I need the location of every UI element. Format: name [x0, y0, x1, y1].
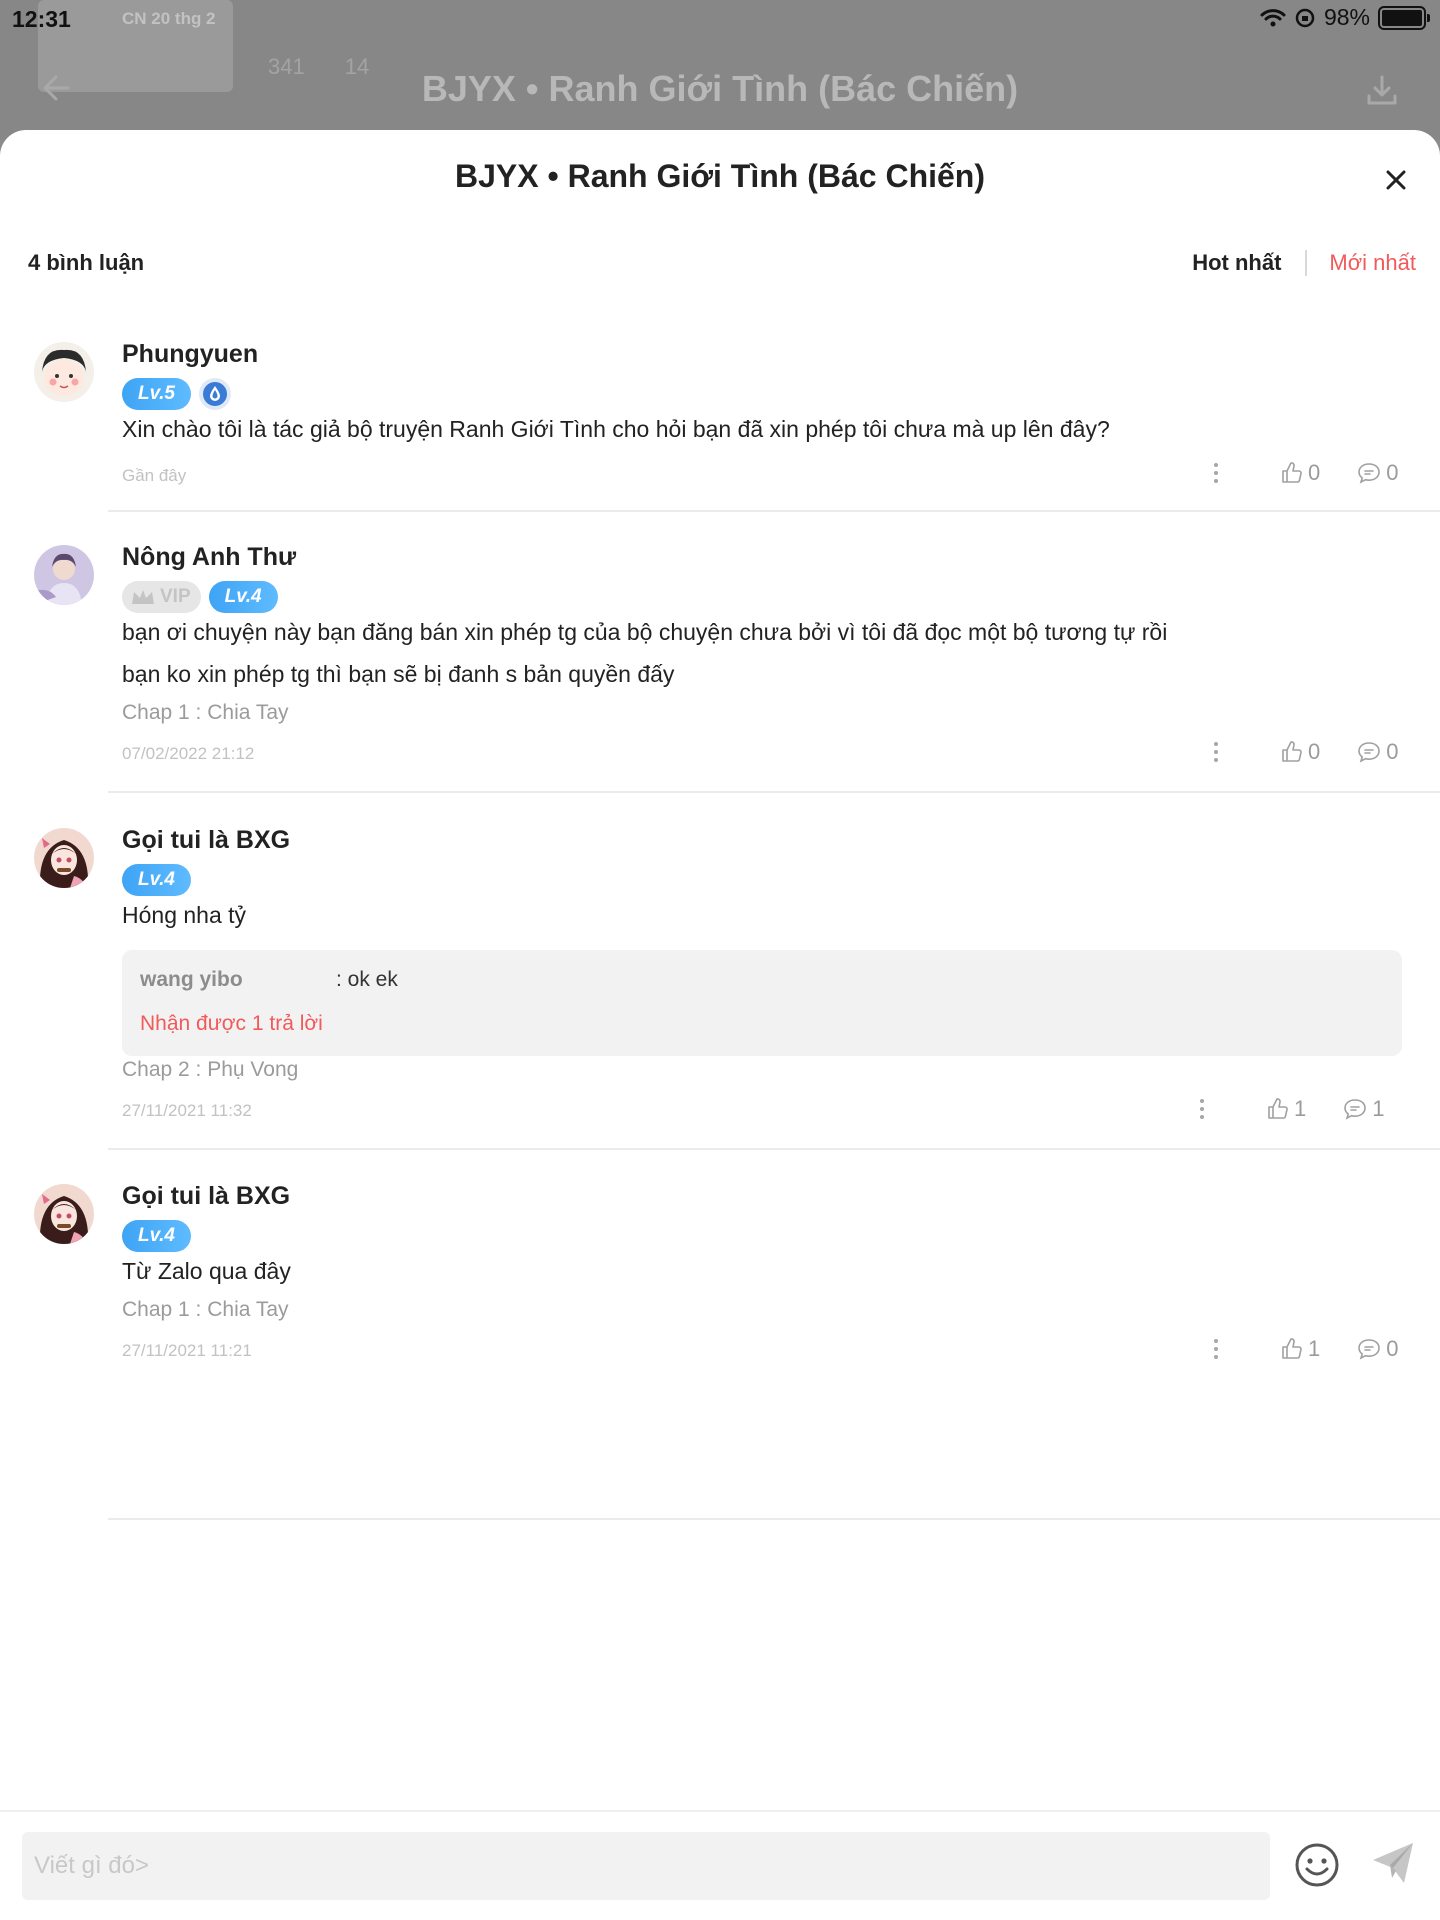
- comment-actions: 1 1: [1192, 1096, 1385, 1122]
- comment-date: 27/11/2021 11:32: [122, 1101, 252, 1120]
- sort-tabs: Hot nhất Mới nhất: [1192, 250, 1416, 276]
- thumbs-up-icon: [1282, 741, 1302, 762]
- avatar[interactable]: [34, 342, 94, 402]
- level-badge: Lv.4: [122, 864, 191, 896]
- level-badge: Lv.4: [208, 581, 278, 613]
- comment-divider: [108, 1148, 1440, 1150]
- reply-count: 1: [1372, 1096, 1385, 1121]
- comment-actions: 1 0: [1206, 1336, 1399, 1362]
- sort-new-tab[interactable]: Mới nhất: [1307, 250, 1416, 276]
- thumbs-up-icon: [1268, 1098, 1288, 1119]
- level-badge: Lv.4: [122, 1220, 191, 1252]
- chat-bubble-icon: [1358, 463, 1381, 484]
- avatar[interactable]: [34, 828, 94, 888]
- sort-hot-tab[interactable]: Hot nhất: [1192, 250, 1308, 276]
- like-count: 0: [1308, 460, 1321, 485]
- vip-label: VIP: [160, 586, 191, 607]
- comment-date: 07/02/2022 21:12: [122, 744, 255, 763]
- chat-bubble-icon: [1358, 1339, 1381, 1360]
- comment-actions: 0 0: [1206, 739, 1399, 765]
- like-button[interactable]: 1: [1280, 1336, 1320, 1362]
- status-bar: 12:31 CN 20 thg 2 98%: [0, 0, 1440, 38]
- like-count: 1: [1294, 1096, 1307, 1121]
- vip-badge: VIP: [122, 581, 201, 613]
- comment-date: Gần đây: [122, 466, 187, 485]
- reply-button[interactable]: 0: [1356, 460, 1399, 486]
- chapter-link[interactable]: Chap 1 : Chia Tay: [122, 1298, 289, 1322]
- comment-text-line1: bạn ơi chuyện này bạn đăng bán xin phép …: [122, 619, 1168, 645]
- more-options-icon[interactable]: [1206, 740, 1226, 764]
- user-badges: Lv.4: [122, 864, 191, 896]
- reply-button[interactable]: 0: [1356, 739, 1399, 765]
- view-replies-link[interactable]: Nhận được 1 trả lời: [140, 1012, 323, 1036]
- user-badges: Lv.5: [122, 378, 231, 410]
- comment-actions: 0 0: [1206, 460, 1399, 486]
- chat-bubble-icon: [1358, 742, 1381, 763]
- emoji-icon[interactable]: [1294, 1842, 1340, 1888]
- like-count: 0: [1308, 739, 1321, 764]
- like-count: 1: [1308, 1336, 1321, 1361]
- comment-divider: [108, 510, 1440, 512]
- thumbs-up-icon: [1282, 1338, 1302, 1359]
- comment-text: Hóng nha tỷ: [122, 902, 247, 928]
- reply-author[interactable]: wang yibo: [140, 968, 243, 992]
- drop-badge-icon: [198, 378, 231, 410]
- status-time: 12:31: [12, 5, 71, 32]
- reply-preview[interactable]: wang yibo : ok ek Nhận được 1 trả lời: [122, 950, 1402, 1056]
- sheet-title: BJYX • Ranh Giới Tình (Bác Chiến): [455, 158, 985, 194]
- comment-text-line2: bạn ko xin phép tg thì bạn sẽ bị đanh s …: [122, 661, 675, 687]
- battery-icon: [1378, 5, 1430, 30]
- send-icon[interactable]: [1368, 1838, 1418, 1888]
- comment-author[interactable]: Gọi tui là BXG: [122, 1182, 290, 1211]
- reply-text: : ok ek: [336, 968, 398, 991]
- comment-author[interactable]: Gọi tui là BXG: [122, 826, 290, 855]
- wifi-icon: [1260, 8, 1286, 26]
- comment-author[interactable]: Nông Anh Thư: [122, 543, 296, 572]
- reply-count: 0: [1386, 739, 1399, 764]
- comment-date: 27/11/2021 11:21: [122, 1341, 252, 1360]
- avatar[interactable]: [34, 545, 94, 605]
- background-title: BJYX • Ranh Giới Tình (Bác Chiến): [421, 68, 1019, 109]
- more-options-icon[interactable]: [1206, 1337, 1226, 1361]
- user-badges: Lv.4: [122, 1220, 191, 1252]
- comment-input[interactable]: [22, 1832, 1270, 1900]
- comment-divider: [108, 791, 1440, 793]
- reply-count: 0: [1386, 460, 1399, 485]
- battery-percent: 98%: [1323, 4, 1370, 30]
- status-date: CN 20 thg 2: [122, 9, 216, 28]
- status-indicators: 98%: [1260, 4, 1430, 31]
- download-icon: [1367, 75, 1397, 105]
- chat-bubble-icon: [1344, 1099, 1367, 1120]
- avatar[interactable]: [34, 1184, 94, 1244]
- chapter-link[interactable]: Chap 1 : Chia Tay: [122, 701, 289, 725]
- close-icon: [1386, 170, 1406, 190]
- orientation-lock-icon: [1295, 8, 1315, 27]
- comment-text: Xin chào tôi là tác giả bộ truyện Ranh G…: [122, 416, 1110, 442]
- reply-count: 0: [1386, 1336, 1399, 1361]
- close-button[interactable]: [1376, 160, 1416, 200]
- like-button[interactable]: 0: [1280, 460, 1320, 486]
- comment-text: Từ Zalo qua đây: [122, 1258, 291, 1284]
- user-badges: VIP Lv.4: [122, 581, 278, 613]
- more-options-icon[interactable]: [1192, 1097, 1212, 1121]
- comment-count: 4 bình luận: [28, 250, 145, 275]
- comment-author[interactable]: Phungyuen: [122, 340, 258, 369]
- comment-input-bar: [0, 1810, 1440, 1920]
- reply-button[interactable]: 1: [1342, 1096, 1385, 1122]
- crown-icon: [132, 590, 154, 604]
- like-button[interactable]: 1: [1266, 1096, 1306, 1122]
- reply-button[interactable]: 0: [1356, 1336, 1399, 1362]
- like-button[interactable]: 0: [1280, 739, 1320, 765]
- more-options-icon[interactable]: [1206, 461, 1226, 485]
- chapter-link[interactable]: Chap 2 : Phụ Vong: [122, 1058, 298, 1082]
- level-badge: Lv.5: [122, 378, 191, 410]
- comment-divider: [108, 1518, 1440, 1520]
- comments-sheet: BJYX • Ranh Giới Tình (Bác Chiến) 4 bình…: [0, 130, 1440, 1920]
- thumbs-up-icon: [1282, 462, 1302, 483]
